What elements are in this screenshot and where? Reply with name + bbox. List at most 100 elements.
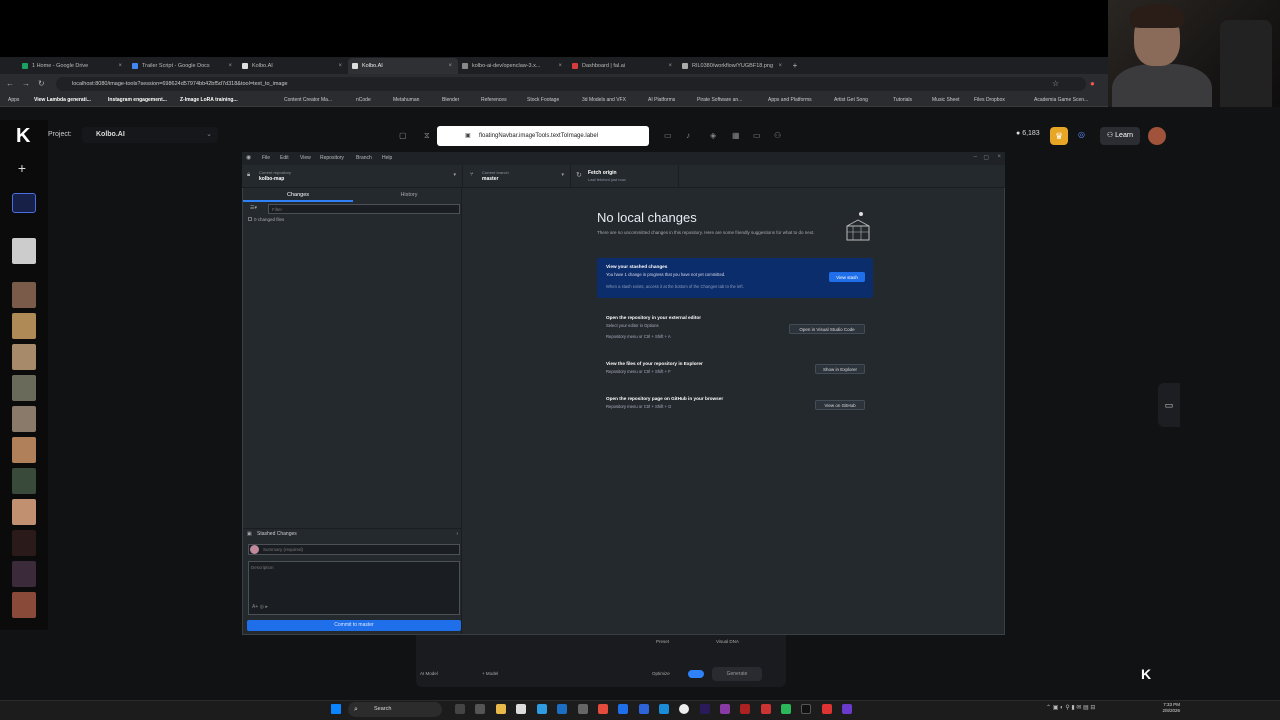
kolbo-assistant-button[interactable]: K (1134, 662, 1158, 686)
globe-icon[interactable]: ◎ (1078, 130, 1085, 139)
clock[interactable]: 7:33 PM 2/8/2026 (1148, 702, 1180, 714)
filter-icon[interactable]: ☰▾ (250, 205, 257, 211)
back-icon[interactable]: ← (6, 78, 14, 90)
taskbar-app-icon[interactable] (475, 704, 485, 714)
view-github-button[interactable]: View on GitHub (815, 400, 865, 410)
reload-icon[interactable]: ↻ (38, 78, 45, 90)
taskbar-app-icon[interactable] (822, 704, 832, 714)
ai-model-label[interactable]: AI Model (420, 671, 438, 676)
bookmark[interactable]: Z-Image LoRA training... (180, 94, 238, 107)
floating-navbar-label[interactable]: ▣ floatingNavbar.imageTools.textToImage.… (437, 126, 649, 146)
close-tab-icon[interactable]: × (228, 58, 232, 74)
bookmark[interactable]: Metahuman (393, 94, 419, 107)
taskbar-app-icon[interactable] (659, 704, 669, 714)
thumbnail[interactable] (12, 406, 36, 432)
video-icon[interactable]: ▭ (664, 131, 672, 140)
menu-branch[interactable]: Branch (356, 152, 372, 165)
browser-tab[interactable]: kolbo-ai-dev/openclaw-3.x... × (458, 58, 568, 74)
thumbnail[interactable] (12, 592, 36, 618)
thumbnail[interactable] (12, 344, 36, 370)
bookmark-star-icon[interactable]: ☆ (1052, 78, 1059, 90)
thumbnail[interactable] (12, 313, 36, 339)
bookmark[interactable]: Apps and Platforms (768, 94, 812, 107)
generate-button[interactable]: Generate (712, 667, 762, 681)
kolbo-taskbar-icon[interactable] (801, 704, 811, 714)
file-explorer-icon[interactable] (496, 704, 506, 714)
optimize-toggle[interactable] (688, 670, 704, 678)
bookmark[interactable]: Instagram engagement... (108, 94, 167, 107)
whatsapp-icon[interactable] (781, 704, 791, 714)
bookmark[interactable]: Artist Get Song (834, 94, 868, 107)
premiere-icon[interactable] (700, 704, 710, 714)
bookmark[interactable]: Apps (8, 94, 19, 107)
close-tab-icon[interactable]: × (778, 58, 782, 74)
avatar[interactable] (1148, 127, 1166, 145)
bookmark[interactable]: Pirate Software an... (697, 94, 742, 107)
minimize-icon[interactable]: – (974, 154, 977, 160)
taskbar-app-icon[interactable] (455, 704, 465, 714)
folder-icon[interactable]: ▭ (753, 131, 761, 140)
windows-start-icon[interactable] (331, 704, 341, 714)
bookmark[interactable]: References (481, 94, 507, 107)
url-input[interactable]: localhost:8080/image-tools?session=69862… (56, 77, 1086, 91)
menu-edit[interactable]: Edit (280, 152, 289, 165)
project-select[interactable]: Kolbo.AI ⌄ (82, 127, 218, 143)
commit-button[interactable]: Commit to master (247, 620, 461, 631)
folder-panel-toggle-icon[interactable]: ▭ (1158, 383, 1180, 427)
tab-history[interactable]: History (354, 190, 464, 202)
open-vscode-button[interactable]: Open in Visual Studio Code (789, 324, 865, 334)
stashed-changes-row[interactable]: ▣ Stashed Changes › (243, 528, 462, 539)
browser-tab-active[interactable]: Kolbo.AI × (348, 58, 458, 74)
bookmark[interactable]: AI Platforms (648, 94, 675, 107)
add-button[interactable]: + (14, 160, 30, 176)
model-select[interactable]: + Model (482, 671, 498, 676)
tools-icon[interactable]: ⧖ (424, 131, 430, 141)
browser-tab[interactable]: RIL0380/workflow/YUGBF18.png × (678, 58, 788, 74)
extension-icon[interactable]: ● (1090, 78, 1095, 90)
music-icon[interactable]: ♪ (686, 131, 690, 140)
fetch-origin-button[interactable]: ↻ Fetch origin Last fetched just now (572, 165, 679, 188)
thumbnail[interactable] (12, 499, 36, 525)
taskbar-app-icon[interactable] (740, 704, 750, 714)
bookmark[interactable]: Content Creator Ma... (284, 94, 332, 107)
browser-tab[interactable]: Trailer Script - Google Docs × (128, 58, 238, 74)
taskbar-app-icon[interactable] (578, 704, 588, 714)
close-tab-icon[interactable]: × (448, 58, 452, 74)
chrome-icon[interactable] (598, 704, 608, 714)
co-author-icon[interactable]: A+ ◎ ▸ (252, 604, 268, 610)
tab-changes[interactable]: Changes (243, 190, 353, 202)
github-desktop-icon[interactable] (720, 704, 730, 714)
close-tab-icon[interactable]: × (668, 58, 672, 74)
taskbar-app-icon[interactable] (537, 704, 547, 714)
active-tool-button[interactable] (12, 193, 36, 213)
thumbnail[interactable] (12, 375, 36, 401)
thumbnail[interactable] (12, 437, 36, 463)
taskbar-app-icon[interactable] (639, 704, 649, 714)
visual-dna-label[interactable]: Visual DNA (716, 639, 739, 644)
bookmark[interactable]: nCode (356, 94, 371, 107)
thumbnail[interactable] (12, 282, 36, 308)
upgrade-crown-icon[interactable]: ♛ (1050, 127, 1068, 145)
bookmark[interactable]: Music Sheet (932, 94, 960, 107)
view-stash-button[interactable]: View stash (829, 272, 865, 282)
close-tab-icon[interactable]: × (118, 58, 122, 74)
menu-file[interactable]: File (262, 152, 270, 165)
close-icon[interactable]: × (997, 154, 1001, 160)
chat-icon[interactable]: ▢ (399, 131, 407, 140)
close-tab-icon[interactable]: × (338, 58, 342, 74)
bookmark[interactable]: Stock Footage (527, 94, 559, 107)
taskbar-app-icon[interactable] (761, 704, 771, 714)
taskbar-search[interactable]: ⌕ Search (348, 702, 442, 717)
browser-tab[interactable]: 1 Home - Google Drive × (18, 58, 128, 74)
taskbar-app-icon[interactable] (516, 704, 526, 714)
thumbnail[interactable] (12, 530, 36, 556)
taskbar-app-icon[interactable] (842, 704, 852, 714)
tray-icons[interactable]: ⌃ ▣ ◐ ⚲ ▮ ✉ ▤ ⊟ (1046, 704, 1095, 711)
thumbnail[interactable] (12, 238, 36, 264)
current-repository-selector[interactable]: 🔒︎ Current repository kolbo-map ▾ (243, 165, 463, 188)
forward-icon[interactable]: → (22, 78, 30, 90)
description-textarea[interactable]: Description A+ ◎ ▸ (248, 561, 460, 615)
kolbo-logo[interactable]: K (16, 126, 40, 146)
close-tab-icon[interactable]: × (558, 58, 562, 74)
learn-button[interactable]: ⚇ Learn (1100, 127, 1140, 145)
